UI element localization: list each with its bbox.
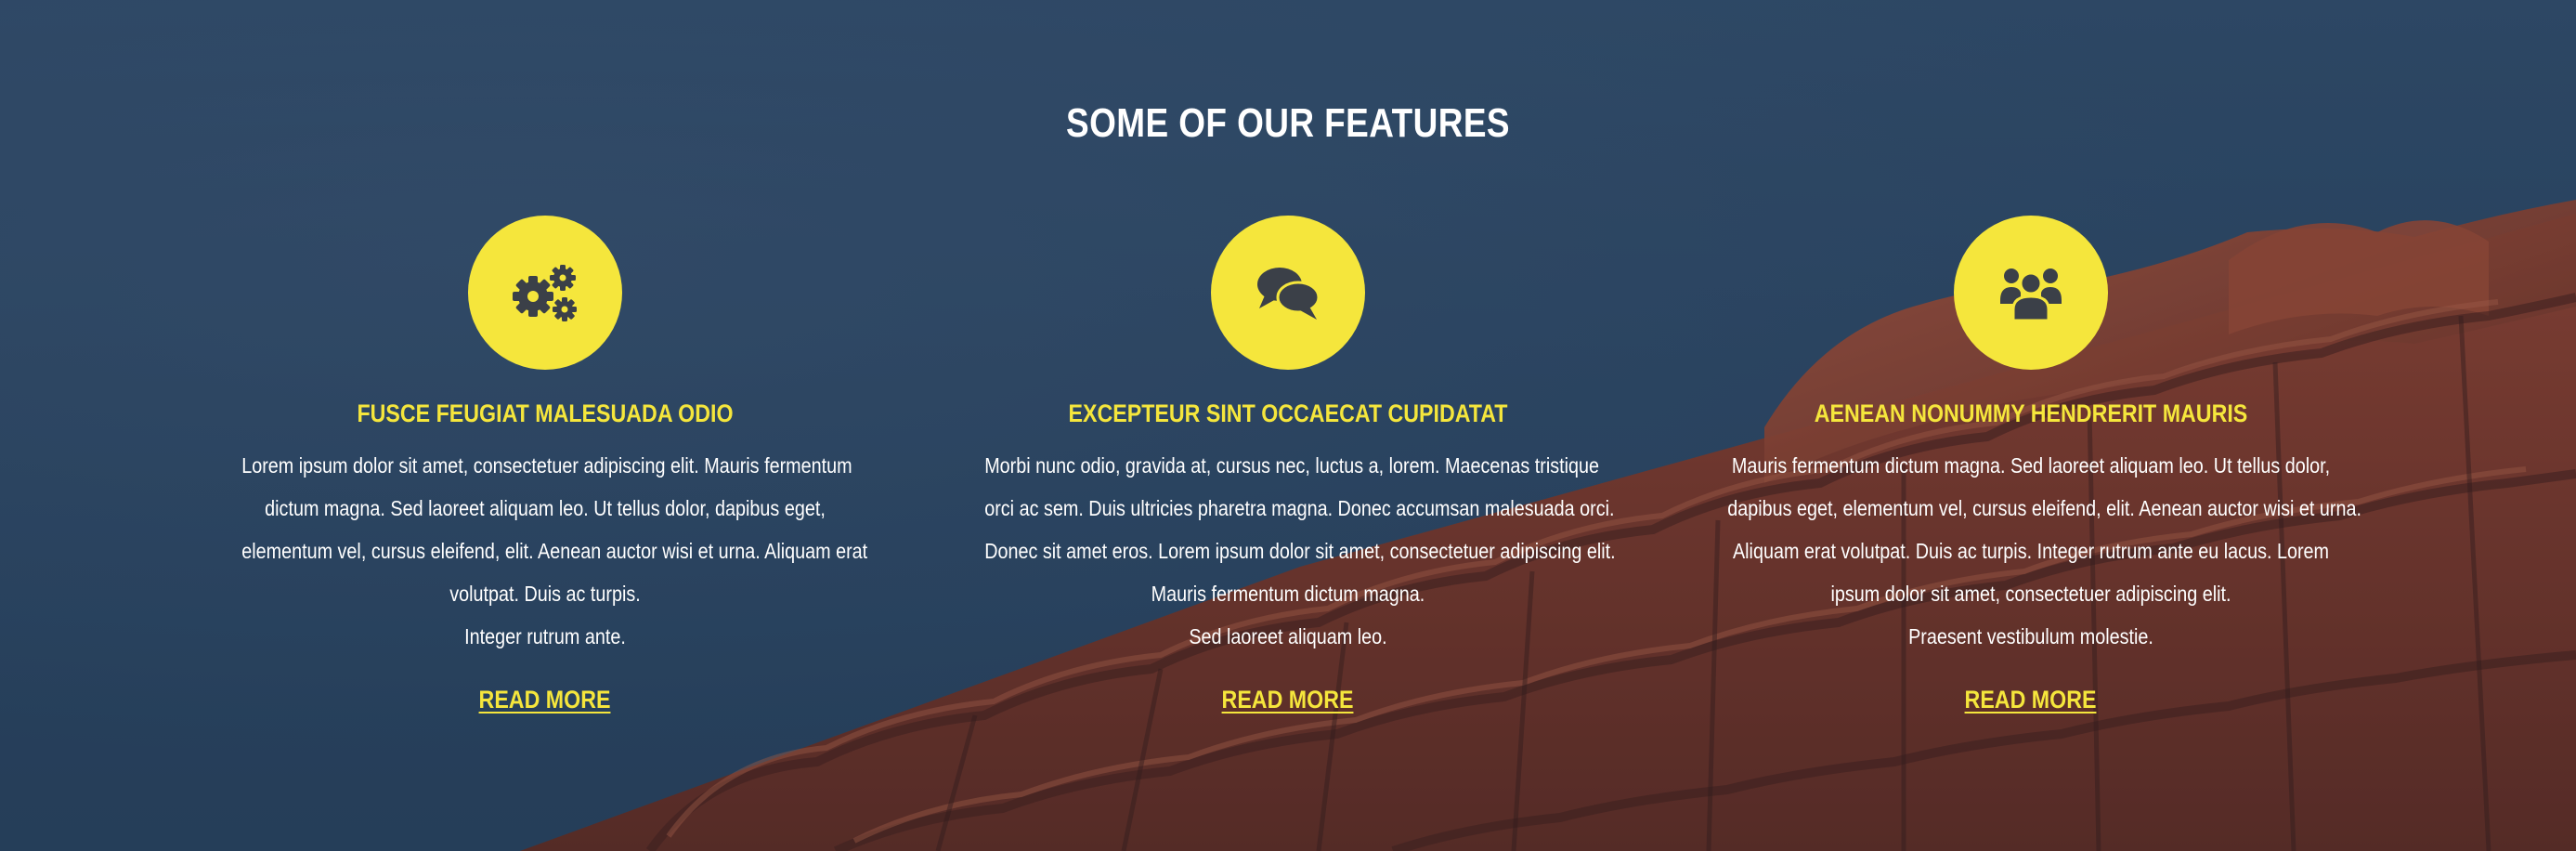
section-title: SOME OF OUR FEATURES bbox=[1066, 100, 1510, 146]
feature-icon-circle bbox=[1211, 216, 1365, 370]
feature-description-line: orci ac sem. Duis ultricies pharetra mag… bbox=[984, 496, 1615, 520]
chat-bubbles-icon bbox=[1257, 268, 1321, 320]
feature-card-3: AENEAN NONUMMY HENDRERIT MAURIS Mauris f… bbox=[1678, 216, 2384, 714]
feature-description-line: Aliquam erat volutpat. Duis ac turpis. I… bbox=[1732, 539, 2330, 563]
feature-icon-circle bbox=[1954, 216, 2108, 370]
read-more-link[interactable]: READ MORE bbox=[1965, 686, 2097, 714]
feature-title: FUSCE FEUGIAT MALESUADA ODIO bbox=[357, 399, 734, 427]
feature-description-line: Sed laoreet aliquam leo. bbox=[1189, 624, 1387, 648]
feature-description-line: Praesent vestibulum molestie. bbox=[1908, 624, 2153, 648]
feature-description-line: Mauris fermentum dictum magna. bbox=[1151, 582, 1425, 606]
feature-description-line: dapibus eget, elementum vel, cursus elei… bbox=[1727, 496, 2362, 520]
users-group-icon bbox=[2000, 268, 2062, 322]
feature-description-line: elementum vel, cursus eleifend, elit. Ae… bbox=[241, 539, 868, 563]
feature-description-line: Morbi nunc odio, gravida at, cursus nec,… bbox=[984, 453, 1600, 478]
read-more-link[interactable]: READ MORE bbox=[479, 686, 611, 714]
feature-description-line: ipsum dolor sit amet, consectetuer adipi… bbox=[1830, 582, 2231, 606]
feature-description: Mauris fermentum dictum magna. Sed laore… bbox=[1727, 444, 2362, 658]
feature-description: Morbi nunc odio, gravida at, cursus nec,… bbox=[984, 444, 1616, 658]
feature-description-line: Lorem ipsum dolor sit amet, consectetuer… bbox=[241, 453, 852, 478]
feature-description-line: Integer rutrum ante. bbox=[464, 624, 626, 648]
feature-description-line: Mauris fermentum dictum magna. Sed laore… bbox=[1731, 453, 2331, 478]
features-section: SOME OF OUR FEATURES FUSCE FEUGIAT MALES… bbox=[0, 0, 2576, 851]
feature-card-1: FUSCE FEUGIAT MALESUADA ODIO Lorem ipsum… bbox=[192, 216, 898, 714]
feature-card-2: EXCEPTEUR SINT OCCAECAT CUPIDATAT Morbi … bbox=[935, 216, 1641, 714]
feature-title: AENEAN NONUMMY HENDRERIT MAURIS bbox=[1814, 399, 2248, 427]
feature-description: Lorem ipsum dolor sit amet, consectetuer… bbox=[241, 444, 868, 658]
features-content: SOME OF OUR FEATURES FUSCE FEUGIAT MALES… bbox=[0, 0, 2576, 851]
feature-description-line: volutpat. Duis ac turpis. bbox=[449, 582, 641, 606]
feature-description-line: Donec sit amet eros. Lorem ipsum dolor s… bbox=[984, 539, 1616, 563]
gears-icon bbox=[513, 265, 577, 321]
read-more-link[interactable]: READ MORE bbox=[1222, 686, 1354, 714]
feature-title: EXCEPTEUR SINT OCCAECAT CUPIDATAT bbox=[1068, 399, 1508, 427]
feature-icon-circle bbox=[468, 216, 622, 370]
feature-description-line: dictum magna. Sed laoreet aliquam leo. U… bbox=[265, 496, 826, 520]
